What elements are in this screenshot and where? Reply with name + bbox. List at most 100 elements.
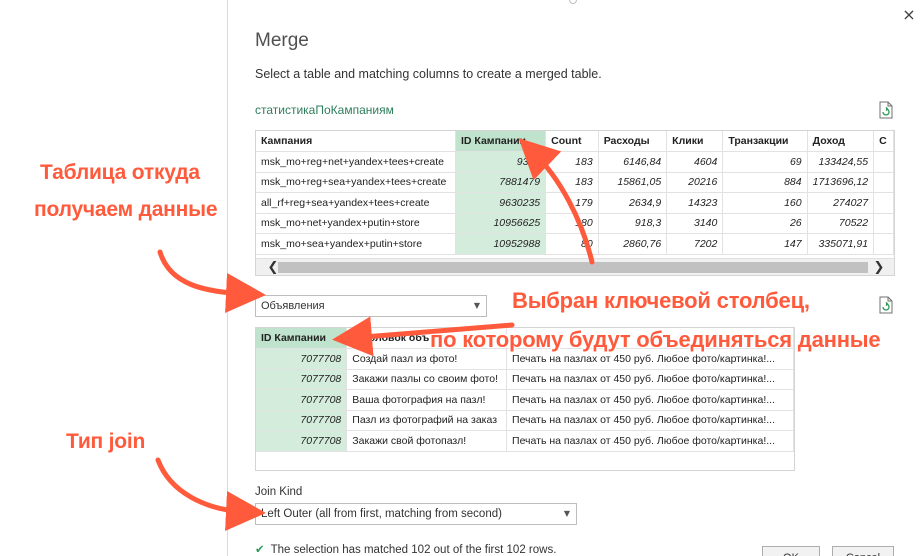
- table-cell: 9341: [455, 151, 547, 173]
- table-cell: 7077708: [256, 369, 348, 390]
- table-cell: 10956625: [455, 213, 547, 234]
- background-panel: [0, 0, 228, 556]
- table-cell: [873, 233, 894, 255]
- table-cell: 4604: [666, 151, 724, 173]
- column-header[interactable]: C: [873, 131, 894, 152]
- chevron-down-icon: ▼: [473, 301, 480, 310]
- table-cell: Печать на пазлах от 450 руб. Любое фото/…: [506, 369, 794, 390]
- table-cell: 7077708: [256, 430, 348, 452]
- annotation-key-line1: Выбран ключевой столбец,: [512, 288, 810, 313]
- column-header[interactable]: ID Кампании: [455, 131, 547, 152]
- window-resize-handle[interactable]: [569, 0, 577, 4]
- table-cell: [873, 151, 894, 173]
- column-header[interactable]: Транзакции: [722, 131, 808, 152]
- table-cell: 183: [545, 172, 599, 193]
- table-cell: 9630235: [455, 192, 547, 214]
- join-kind-label: Join Kind: [255, 486, 303, 498]
- table-cell: 7881479: [455, 172, 547, 193]
- table-cell: 69: [722, 151, 808, 173]
- column-header[interactable]: ID Кампании: [256, 328, 348, 349]
- table-cell: 15861,05: [598, 172, 668, 193]
- table-row: msk_mo+reg+net+yandex+tees+create 9341 183…: [256, 151, 894, 173]
- column-header[interactable]: Count: [545, 131, 599, 152]
- column-header[interactable]: Клики: [666, 131, 724, 152]
- table-cell: 6146,84: [598, 151, 668, 173]
- table-row: msk_mo+net+yandex+putin+store 10956625 180…: [256, 213, 894, 234]
- table-cell: 7202: [666, 233, 724, 255]
- close-button[interactable]: ×: [898, 4, 920, 26]
- merge-screen: × Merge Select a table and matching colu…: [0, 0, 924, 556]
- cancel-button[interactable]: Cancel: [832, 546, 894, 556]
- table-row: msk_mo+sea+yandex+putin+store 10952988 80 2…: [256, 233, 894, 255]
- table-cell: 3140: [666, 213, 724, 234]
- table-row: 7077708 Закажи свой фотопазл! Печать на па…: [256, 430, 794, 452]
- table-cell: 133424,55: [807, 151, 875, 173]
- table-cell: 335071,91: [807, 233, 875, 255]
- table-cell: 26: [722, 213, 808, 234]
- table-cell: Закажи пазлы со своим фото!: [346, 369, 508, 390]
- table-cell: msk_mo+reg+sea+yandex+tees+create: [256, 172, 457, 193]
- column-header[interactable]: Расходы: [598, 131, 668, 152]
- table-cell: msk_mo+reg+net+yandex+tees+create: [256, 151, 457, 173]
- table-cell: 1713696,12: [807, 172, 875, 193]
- table-cell: all_rf+reg+sea+yandex+tees+create: [256, 192, 457, 214]
- dialog-title: Merge: [255, 30, 309, 51]
- table-cell: 7077708: [256, 410, 348, 431]
- table-cell: 918,3: [598, 213, 668, 234]
- annotation-join-type: Тип join: [66, 430, 146, 453]
- table-cell: Пазл из фотографий на заказ: [346, 410, 508, 431]
- column-header[interactable]: Доход: [807, 131, 875, 152]
- horizontal-scrollbar[interactable]: ❮ ❯: [256, 258, 894, 275]
- first-table-name: статистикаПоКампаниям: [255, 103, 394, 117]
- table-row: msk_mo+reg+sea+yandex+tees+create 7881479…: [256, 172, 894, 193]
- second-table-select[interactable]: Объявления ▼: [255, 295, 487, 317]
- table-cell: Печать на пазлах от 450 руб. Любое фото/…: [506, 389, 794, 411]
- table-cell: 180: [545, 213, 599, 234]
- table-cell: 183: [545, 151, 599, 173]
- refresh-preview-icon[interactable]: [878, 101, 894, 119]
- table-cell: [873, 213, 894, 234]
- table-row: all_rf+reg+sea+yandex+tees+create 9630235…: [256, 192, 894, 214]
- table-cell: 80: [545, 233, 599, 255]
- annotation-source-line2: получаем данные: [34, 198, 218, 221]
- table-cell: [873, 192, 894, 214]
- scroll-right-icon[interactable]: ❯: [870, 259, 888, 275]
- match-status: ✔ The selection has matched 102 out of th…: [255, 542, 556, 556]
- table-cell: 179: [545, 192, 599, 214]
- table-row: 7077708 Ваша фотография на пазл! Печать на…: [256, 389, 794, 411]
- table-row: 7077708 Закажи пазлы со своим фото! Печать…: [256, 369, 794, 390]
- column-header[interactable]: Кампания: [256, 131, 457, 152]
- join-kind-value: Left Outer (all from first, matching fro…: [261, 508, 502, 520]
- table-cell: 20216: [666, 172, 724, 193]
- refresh-preview-icon[interactable]: [878, 296, 894, 314]
- table-cell: 147: [722, 233, 808, 255]
- table-cell: 7077708: [256, 389, 348, 411]
- table-cell: 274027: [807, 192, 875, 214]
- table-cell: 14323: [666, 192, 724, 214]
- table-cell: Печать на пазлах от 450 руб. Любое фото/…: [506, 410, 794, 431]
- first-table-grid: Кампания ID Кампании Count Расходы Клики Тран…: [256, 131, 894, 255]
- annotation-key-line2: по которому будут объединяться данные: [430, 327, 881, 352]
- ok-button[interactable]: OK: [762, 546, 820, 556]
- table-cell: Печать на пазлах от 450 руб. Любое фото/…: [506, 430, 794, 452]
- scrollbar-thumb[interactable]: [278, 262, 868, 273]
- table-cell: 160: [722, 192, 808, 214]
- chevron-down-icon: ▼: [563, 509, 570, 518]
- table-cell: [873, 172, 894, 193]
- annotation-source-line1: Таблица откуда: [40, 161, 200, 184]
- second-table-select-value: Объявления: [261, 300, 325, 312]
- dialog-description: Select a table and matching columns to c…: [255, 67, 602, 81]
- table-cell: 7077708: [256, 348, 348, 370]
- table-cell: Ваша фотография на пазл!: [346, 389, 508, 411]
- table-cell: msk_mo+net+yandex+putin+store: [256, 213, 457, 234]
- table-cell: msk_mo+sea+yandex+putin+store: [256, 233, 457, 255]
- join-kind-select[interactable]: Left Outer (all from first, matching fro…: [255, 503, 577, 525]
- table-cell: 2634,9: [598, 192, 668, 214]
- table-cell: Закажи свой фотопазл!: [346, 430, 508, 452]
- first-table-preview[interactable]: Кампания ID Кампании Count Расходы Клики Тран…: [255, 130, 895, 276]
- table-cell: 10952988: [455, 233, 547, 255]
- table-cell: 2860,76: [598, 233, 668, 255]
- match-status-text: The selection has matched 102 out of the…: [270, 544, 557, 556]
- checkmark-icon: ✔: [255, 542, 265, 556]
- table-cell: 70522: [807, 213, 875, 234]
